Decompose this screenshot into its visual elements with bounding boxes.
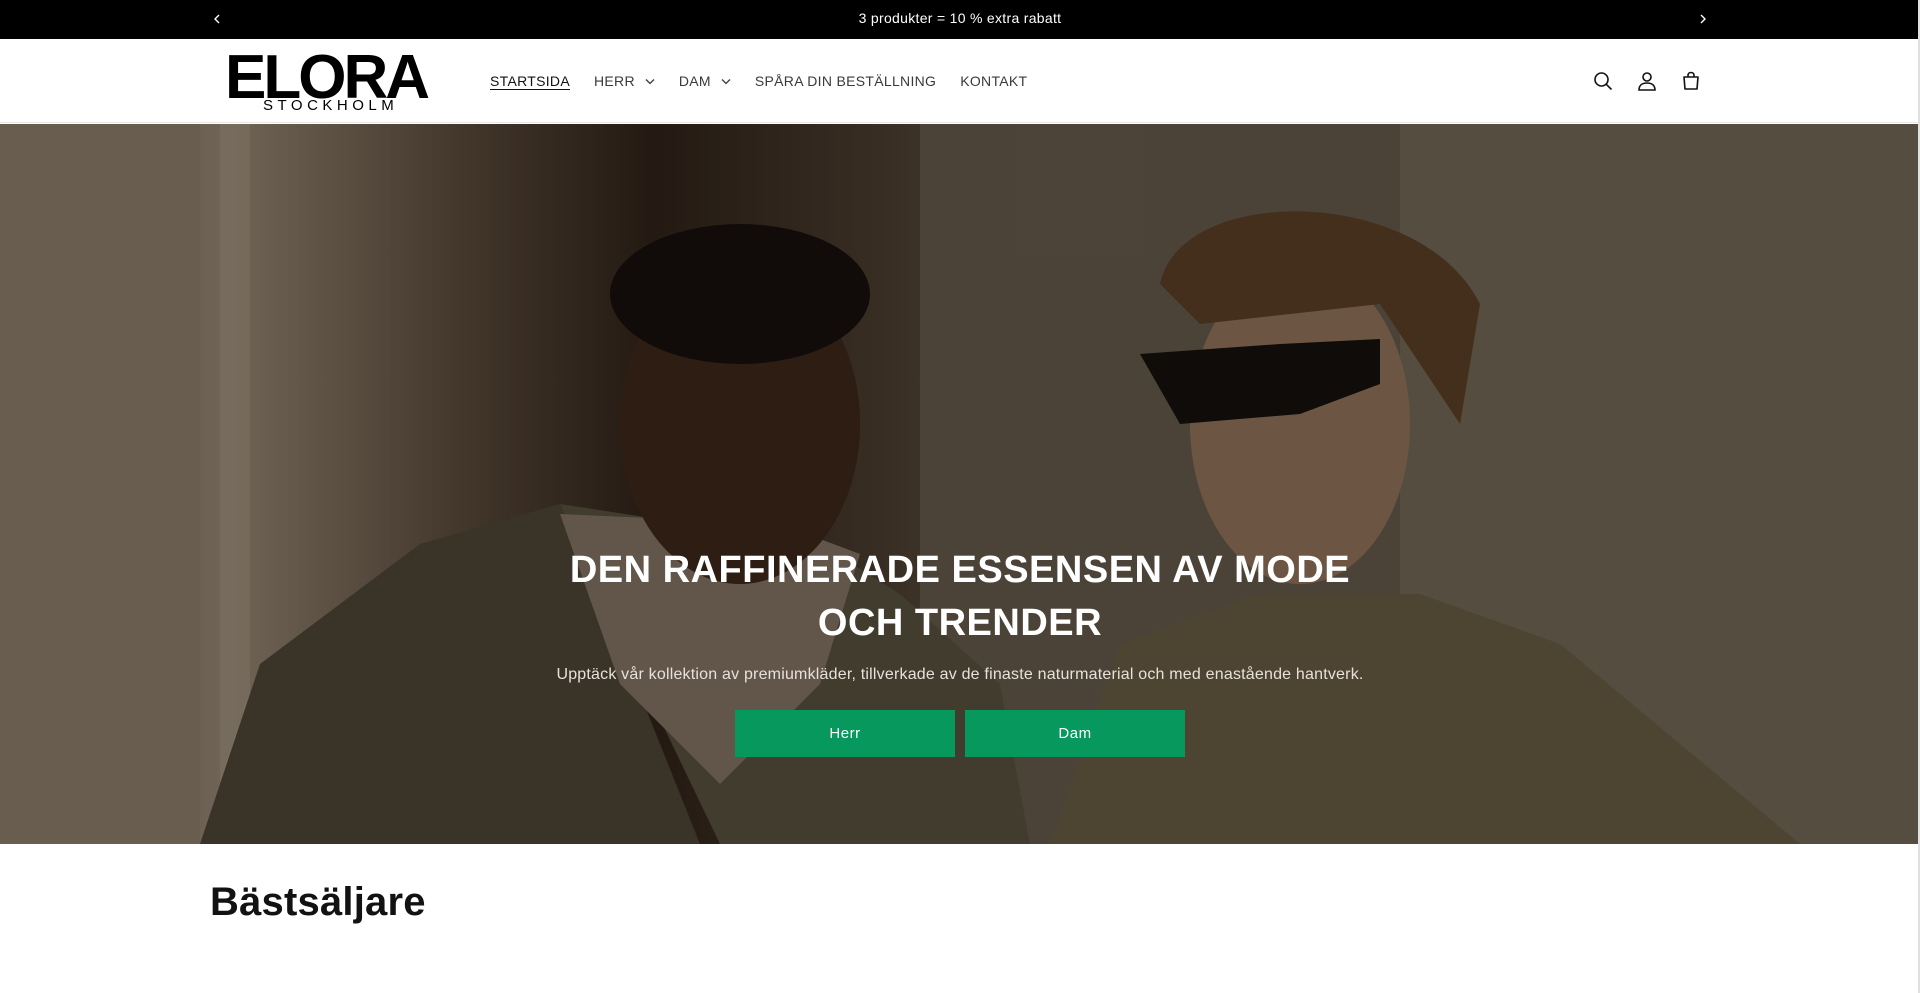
account-icon [1638, 72, 1656, 91]
nav-item-label: HERR [593, 73, 635, 89]
hero-banner: DEN RAFFINERADE ESSENSEN AV MODE OCH TRE… [0, 124, 1920, 844]
chevron-down-icon [645, 76, 655, 86]
nav-item-kontakt[interactable]: KONTAKT [960, 66, 1027, 96]
announcement-bar: 3 produkter = 10 % extra rabatt [0, 0, 1920, 39]
search-button[interactable] [1585, 63, 1621, 99]
main-nav: STARTSIDA HERR DAM SPÅRA DIN BESTÄLLNING… [490, 39, 1051, 123]
hero-subtitle: Upptäck vår kollektion av premiumkläder,… [556, 666, 1364, 683]
hero-content: DEN RAFFINERADE ESSENSEN AV MODE OCH TRE… [0, 544, 1920, 757]
logo-subtitle: STOCKHOLM [263, 97, 399, 114]
nav-item-label: KONTAKT [960, 73, 1028, 89]
nav-item-startsida[interactable]: STARTSIDA [490, 66, 570, 96]
site-header: ELORA STOCKHOLM STARTSIDA HERR DAM SPÅRA… [0, 39, 1920, 123]
cart-icon [1683, 71, 1699, 90]
announcement-message: 3 produkter = 10 % extra rabatt [858, 10, 1062, 26]
hero-title: DEN RAFFINERADE ESSENSEN AV MODE OCH TRE… [569, 549, 1351, 644]
herr-button[interactable]: Herr [735, 710, 955, 757]
bestsellers-heading: Bästsäljare [210, 880, 426, 924]
nav-item-label: DAM [678, 73, 711, 89]
dam-button[interactable]: Dam [965, 710, 1185, 757]
hero-buttons: Herr Dam [0, 710, 1920, 757]
nav-item-label: SPÅRA DIN BESTÄLLNING [754, 73, 937, 89]
nav-item-dam[interactable]: DAM [679, 66, 731, 96]
header-icons [1585, 63, 1717, 99]
announcement-next-button[interactable] [1692, 8, 1714, 30]
chevron-down-icon [721, 76, 731, 86]
chevron-right-icon [1700, 14, 1706, 24]
account-button[interactable] [1629, 63, 1665, 99]
nav-item-spara-bestallning[interactable]: SPÅRA DIN BESTÄLLNING [755, 66, 936, 96]
nav-item-herr[interactable]: HERR [594, 66, 655, 96]
nav-item-label: STARTSIDA [490, 73, 570, 89]
search-icon [1594, 72, 1613, 91]
cart-button[interactable] [1673, 63, 1709, 99]
logo[interactable]: ELORA STOCKHOLM [225, 43, 440, 117]
